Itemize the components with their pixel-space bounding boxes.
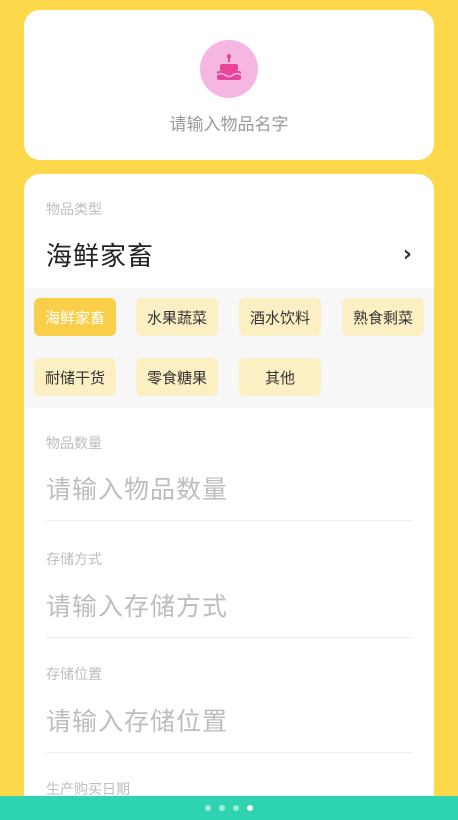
divider [46, 752, 412, 753]
page-dot[interactable] [233, 805, 239, 811]
divider [46, 637, 412, 638]
chip-category[interactable]: 零食糖果 [136, 358, 218, 396]
page-dot[interactable] [205, 805, 211, 811]
category-label: 物品类型 [46, 202, 102, 218]
chip-category[interactable]: 水果蔬菜 [136, 298, 218, 336]
storage-method-label: 存储方式 [46, 552, 102, 568]
page-dot-active[interactable] [247, 805, 253, 811]
storage-location-input[interactable]: 请输入存储位置 [46, 702, 228, 738]
quantity-input[interactable]: 请输入物品数量 [46, 470, 228, 506]
chip-category[interactable]: 海鲜家畜 [34, 298, 116, 336]
storage-location-label: 存储位置 [46, 667, 102, 683]
chip-category[interactable]: 其他 [239, 358, 321, 396]
divider [46, 520, 412, 521]
quantity-label: 物品数量 [46, 436, 102, 452]
storage-method-input[interactable]: 请输入存储方式 [46, 587, 228, 623]
item-name-input[interactable]: 请输入物品名字 [24, 110, 434, 135]
category-chip-panel: 海鲜家畜 水果蔬菜 酒水饮料 熟食剩菜 耐储干货 零食糖果 其他 [24, 288, 434, 408]
chip-category[interactable]: 熟食剩菜 [342, 298, 424, 336]
category-selector[interactable]: 海鲜家畜 › [24, 226, 434, 282]
cake-icon [216, 54, 242, 80]
page-indicator-bar [0, 796, 458, 820]
category-value: 海鲜家畜 [46, 241, 155, 272]
item-avatar[interactable] [200, 40, 258, 98]
chip-category[interactable]: 酒水饮料 [239, 298, 321, 336]
chip-category[interactable]: 耐储干货 [34, 358, 116, 396]
item-name-card: 请输入物品名字 [24, 10, 434, 160]
page-dot[interactable] [219, 805, 225, 811]
chevron-right-icon: › [402, 241, 412, 267]
